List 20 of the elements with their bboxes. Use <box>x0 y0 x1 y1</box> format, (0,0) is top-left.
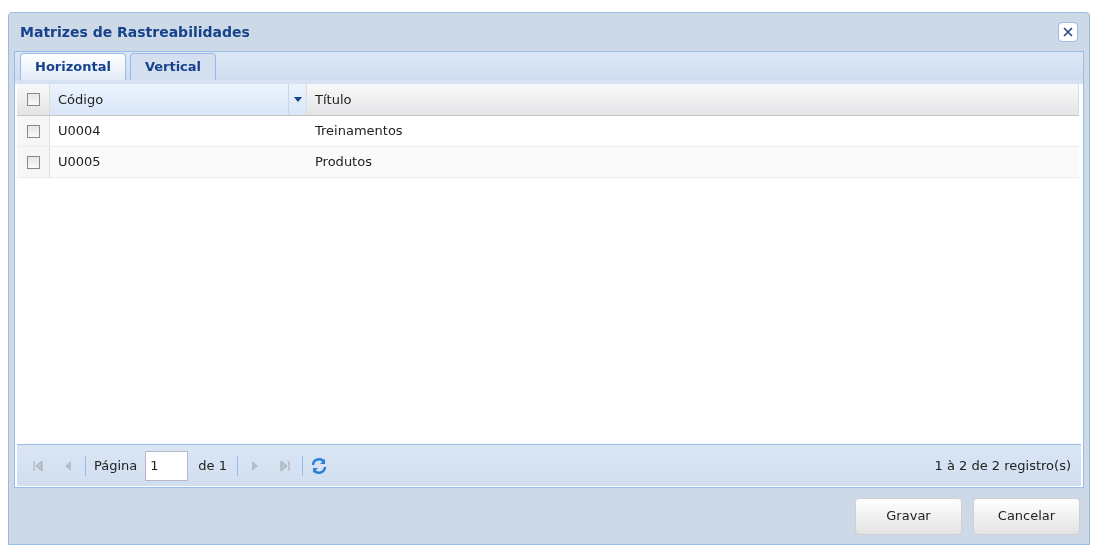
table-cell-text: U0005 <box>57 153 102 172</box>
checkbox[interactable] <box>26 155 40 169</box>
table-cell-text: Treinamentos <box>314 122 404 141</box>
tab[interactable]: Horizontal <box>20 53 126 80</box>
dialog-button[interactable]: Gravar <box>855 497 962 535</box>
checkbox[interactable] <box>26 124 40 138</box>
page-count: de 1 <box>197 456 228 475</box>
column-header[interactable]: Código <box>50 84 307 115</box>
table-cell-text: Produtos <box>314 153 373 172</box>
table-row[interactable]: U0004 Treinamentos <box>17 116 1079 147</box>
table-cell-text: U0004 <box>57 122 102 141</box>
page-field[interactable]: 1 <box>145 450 189 481</box>
tab[interactable]: Vertical <box>129 53 217 80</box>
dialog-button[interactable]: Cancelar <box>973 497 1080 535</box>
column-header[interactable]: Título <box>307 84 1079 115</box>
page-label: Página <box>93 456 139 475</box>
window-title: Matrizes de Rastreabilidades <box>20 22 250 42</box>
checkbox[interactable] <box>26 93 40 106</box>
table-row[interactable]: U0005 Produtos <box>17 147 1079 178</box>
record-summary: 1 à 2 de 2 registro(s) <box>934 456 1072 475</box>
